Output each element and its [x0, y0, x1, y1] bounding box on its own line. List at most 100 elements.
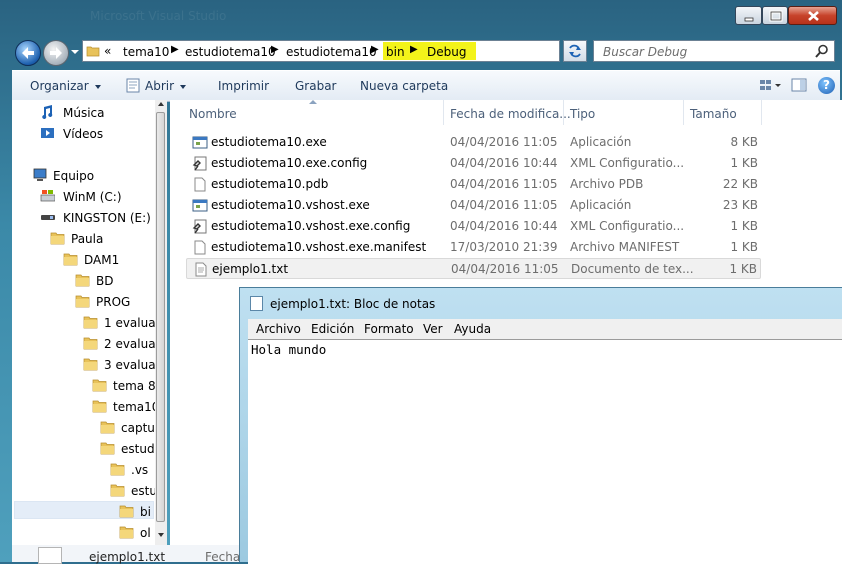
file-date: 04/04/2016 10:44	[450, 156, 558, 170]
scroll-down-icon[interactable]	[158, 533, 164, 537]
nav-label: bi	[140, 505, 151, 519]
column-divider[interactable]	[443, 100, 444, 125]
menu-archivo[interactable]: Archivo	[256, 322, 301, 336]
exe-icon	[192, 198, 208, 213]
breadcrumb-overflow[interactable]: «	[104, 44, 111, 58]
folder-icon	[83, 336, 98, 350]
file-icon	[192, 177, 208, 192]
column-header-type[interactable]: Tipo	[570, 107, 595, 121]
drive-icon	[40, 190, 55, 202]
column-divider[interactable]	[683, 100, 684, 125]
minimize-button[interactable]	[735, 6, 762, 25]
nav-label: 3 evaluac	[104, 358, 163, 372]
folder-icon	[100, 441, 115, 455]
search-placeholder: Buscar Debug	[603, 45, 688, 59]
usb-drive-icon	[41, 215, 55, 220]
file-type: Documento de tex...	[571, 262, 694, 276]
breadcrumb-item[interactable]: bin	[386, 45, 405, 59]
column-header-size[interactable]: Tamaño	[690, 107, 737, 121]
maximize-button[interactable]	[762, 6, 788, 25]
file-size: 1 KB	[730, 219, 758, 233]
nav-label: KINGSTON (E:)	[63, 211, 151, 225]
nav-scrollbar[interactable]	[155, 100, 167, 545]
file-row[interactable]: ejemplo1.txt 04/04/2016 11:05 Documento de…	[186, 258, 761, 279]
title-bar[interactable]: Microsoft Visual Studio	[0, 0, 842, 32]
file-row[interactable]: estudiotema10.vshost.exe.config 04/04/201…	[186, 216, 761, 237]
close-button[interactable]	[788, 6, 837, 25]
text-file-icon	[193, 262, 209, 277]
forward-button[interactable]	[43, 40, 69, 66]
file-row[interactable]: estudiotema10.exe 04/04/2016 11:05 Aplicac…	[186, 132, 761, 153]
folder-icon	[83, 315, 98, 329]
column-header-date[interactable]: Fecha de modifica...	[450, 107, 571, 121]
folder-icon	[86, 46, 100, 57]
breadcrumb-item[interactable]: estudiotema10	[185, 45, 276, 59]
file-date: 04/04/2016 11:05	[450, 198, 558, 212]
music-icon	[42, 105, 53, 119]
nav-label: Vídeos	[63, 127, 104, 141]
column-divider[interactable]	[563, 100, 564, 125]
file-size: 1 KB	[730, 156, 758, 170]
file-row[interactable]: estudiotema10.pdb 04/04/2016 11:05 Archivo…	[186, 174, 761, 195]
file-row[interactable]: estudiotema10.exe.config 04/04/2016 10:44…	[186, 153, 761, 174]
nav-label: tema 8	[113, 379, 156, 393]
file-row[interactable]: estudiotema10.vshost.exe 04/04/2016 11:05…	[186, 195, 761, 216]
search-input[interactable]: Buscar Debug	[593, 40, 835, 62]
folder-icon	[110, 483, 125, 497]
nav-label: DAM1	[84, 253, 120, 267]
scrollbar-thumb[interactable]	[156, 112, 165, 522]
file-row[interactable]: estudiotema10.vshost.exe.manifest 17/03/2…	[186, 237, 761, 258]
folder-icon	[63, 252, 78, 266]
chevron-down-icon	[94, 84, 101, 89]
scroll-up-icon[interactable]	[158, 102, 164, 106]
breadcrumb-arrow-icon[interactable]: ▶	[271, 44, 279, 55]
folder-icon	[119, 504, 134, 518]
maximize-icon	[769, 10, 783, 22]
file-size: 22 KB	[722, 177, 758, 191]
menu-ayuda[interactable]: Ayuda	[454, 322, 491, 336]
notepad-icon	[250, 296, 263, 311]
folder-icon	[110, 462, 125, 476]
breadcrumb-arrow-icon[interactable]: ▶	[171, 44, 179, 55]
folder-icon	[75, 294, 90, 308]
search-icon[interactable]	[815, 44, 829, 58]
file-name: estudiotema10.pdb	[211, 177, 329, 191]
help-icon[interactable]: ?	[818, 77, 835, 94]
organize-menu[interactable]: Organizar	[30, 79, 101, 93]
menu-formato[interactable]: Formato	[364, 322, 414, 336]
text-file-icon	[38, 547, 62, 564]
close-icon	[808, 11, 819, 21]
menu-edicion[interactable]: Edición	[311, 322, 354, 336]
file-date: 04/04/2016 11:05	[450, 177, 558, 191]
recent-pages-icon[interactable]	[70, 47, 80, 57]
sort-ascending-icon	[309, 100, 317, 104]
view-options-icon[interactable]	[759, 78, 783, 93]
file-size: 8 KB	[730, 135, 758, 149]
column-header-name[interactable]: Nombre	[189, 107, 237, 121]
breadcrumb-item[interactable]: estudiotema10	[286, 45, 377, 59]
breadcrumb-item[interactable]: tema10	[123, 45, 169, 59]
column-divider[interactable]	[761, 100, 762, 125]
new-folder-button[interactable]: Nueva carpeta	[360, 79, 448, 93]
breadcrumb-arrow-icon[interactable]: ▶	[410, 44, 418, 55]
file-date: 17/03/2010 21:39	[450, 240, 558, 254]
open-button[interactable]: Abrir	[145, 79, 187, 93]
breadcrumb-item[interactable]: Debug	[427, 45, 466, 59]
refresh-button[interactable]	[563, 40, 587, 62]
file-name: estudiotema10.vshost.exe	[211, 198, 370, 212]
folder-icon	[100, 420, 115, 434]
config-icon	[192, 219, 208, 234]
burn-button[interactable]: Grabar	[295, 79, 337, 93]
print-button[interactable]: Imprimir	[218, 79, 269, 93]
folder-icon	[83, 357, 98, 371]
file-size: 1 KB	[730, 240, 758, 254]
address-bar[interactable]: « tema10 ▶ estudiotema10 ▶ estudiotema10…	[82, 40, 636, 62]
notepad-window[interactable]: ejemplo1.txt: Bloc de notas Archivo Edic…	[239, 287, 842, 564]
open-file-icon	[126, 78, 140, 93]
notepad-text-area[interactable]: Hola mundo	[248, 339, 842, 564]
back-button[interactable]	[15, 40, 41, 66]
breadcrumb-arrow-icon[interactable]: ▶	[371, 44, 379, 55]
folder-icon	[92, 399, 107, 413]
preview-pane-icon[interactable]	[791, 78, 807, 93]
menu-ver[interactable]: Ver	[423, 322, 443, 336]
